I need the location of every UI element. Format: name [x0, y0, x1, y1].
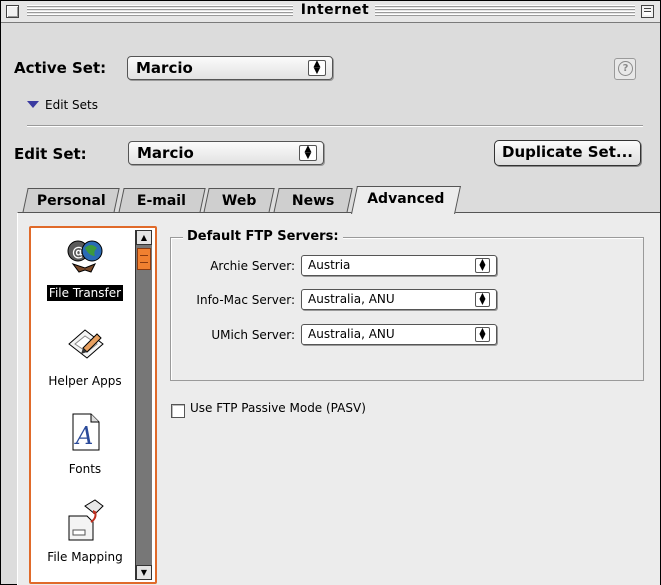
archie-server-popup[interactable]: Austria ▲ ▼ — [301, 255, 497, 276]
tab-email[interactable]: E-mail — [118, 188, 206, 213]
edit-set-label: Edit Set: — [14, 145, 87, 163]
list-item-label: File Mapping — [47, 550, 123, 564]
internet-window: Internet Active Set: Marcio ▲ ▼ ? Edit Se… — [0, 0, 661, 585]
list-item-file-transfer[interactable]: @ File Transfer — [35, 234, 135, 301]
ftp-servers-group-title: Default FTP Servers: — [183, 229, 343, 244]
list-item-label: Helper Apps — [48, 374, 122, 388]
advanced-category-list[interactable]: @ File Transfer Helper Apps A Fonts File… — [29, 226, 157, 584]
window-title: Internet — [300, 2, 370, 18]
help-icon: ? — [618, 61, 633, 76]
title-stripes-right — [375, 5, 635, 17]
popup-arrows-icon: ▲ ▼ — [475, 258, 490, 273]
tab-news[interactable]: News — [273, 188, 353, 213]
scroll-up-arrow-icon[interactable]: ▲ — [136, 230, 152, 245]
popup-arrows-icon: ▲ ▼ — [475, 292, 490, 307]
list-item-helper-apps[interactable]: Helper Apps — [35, 322, 135, 389]
info-mac-server-label: Info-Mac Server: — [196, 293, 295, 307]
edit-set-value: Marcio — [137, 144, 194, 162]
category-list-content: @ File Transfer Helper Apps A Fonts File… — [35, 232, 133, 576]
list-item-label: Fonts — [68, 462, 102, 476]
passive-mode-checkbox[interactable] — [171, 404, 185, 418]
info-mac-server-popup[interactable]: Australia, ANU ▲ ▼ — [301, 289, 497, 310]
svg-text:A: A — [74, 422, 93, 450]
title-stripes-left — [27, 5, 293, 17]
passive-mode-label[interactable]: Use FTP Passive Mode (PASV) — [190, 401, 366, 415]
scroll-down-arrow-icon[interactable]: ▼ — [136, 565, 152, 580]
separator — [27, 125, 643, 127]
file-transfer-icon: @ — [67, 240, 103, 273]
window-content: Active Set: Marcio ▲ ▼ ? Edit Sets Edit S… — [1, 23, 660, 585]
title-bar[interactable]: Internet — [1, 1, 660, 23]
edit-sets-label: Edit Sets — [45, 98, 99, 112]
file-mapping-icon — [68, 499, 104, 541]
popup-arrows-icon: ▲ ▼ — [299, 145, 317, 161]
active-set-popup[interactable]: Marcio ▲ ▼ — [127, 56, 333, 80]
umich-server-popup[interactable]: Australia, ANU ▲ ▼ — [301, 324, 497, 345]
scroll-thumb[interactable] — [137, 248, 151, 270]
zoom-box-icon[interactable] — [641, 5, 654, 18]
list-item-file-mapping[interactable]: File Mapping — [35, 498, 135, 565]
tab-advanced[interactable]: Advanced — [351, 186, 461, 214]
umich-server-label: UMich Server: — [211, 328, 295, 342]
archie-server-label: Archie Server: — [210, 259, 295, 273]
list-scrollbar[interactable]: ▲ ▼ — [135, 230, 152, 580]
active-set-value: Marcio — [136, 59, 193, 77]
popup-arrows-icon: ▲ ▼ — [475, 327, 490, 342]
archie-server-value: Austria — [308, 258, 351, 272]
tab-personal[interactable]: Personal — [22, 188, 120, 213]
edit-set-popup[interactable]: Marcio ▲ ▼ — [128, 141, 324, 165]
active-set-label: Active Set: — [14, 59, 107, 77]
edit-sets-disclosure[interactable]: Edit Sets — [27, 98, 98, 112]
info-mac-server-value: Australia, ANU — [308, 292, 395, 306]
helper-apps-icon — [68, 329, 104, 359]
help-button[interactable]: ? — [614, 58, 636, 80]
duplicate-set-button[interactable]: Duplicate Set... — [494, 140, 641, 166]
fonts-icon: A — [72, 413, 100, 451]
umich-server-value: Australia, ANU — [308, 327, 395, 341]
close-box-icon[interactable] — [6, 5, 19, 18]
list-item-label: File Transfer — [46, 285, 124, 301]
list-item-fonts[interactable]: A Fonts — [35, 410, 135, 477]
popup-arrows-icon: ▲ ▼ — [308, 60, 326, 76]
tab-web[interactable]: Web — [203, 188, 275, 213]
disclosure-triangle-icon[interactable] — [27, 101, 39, 108]
